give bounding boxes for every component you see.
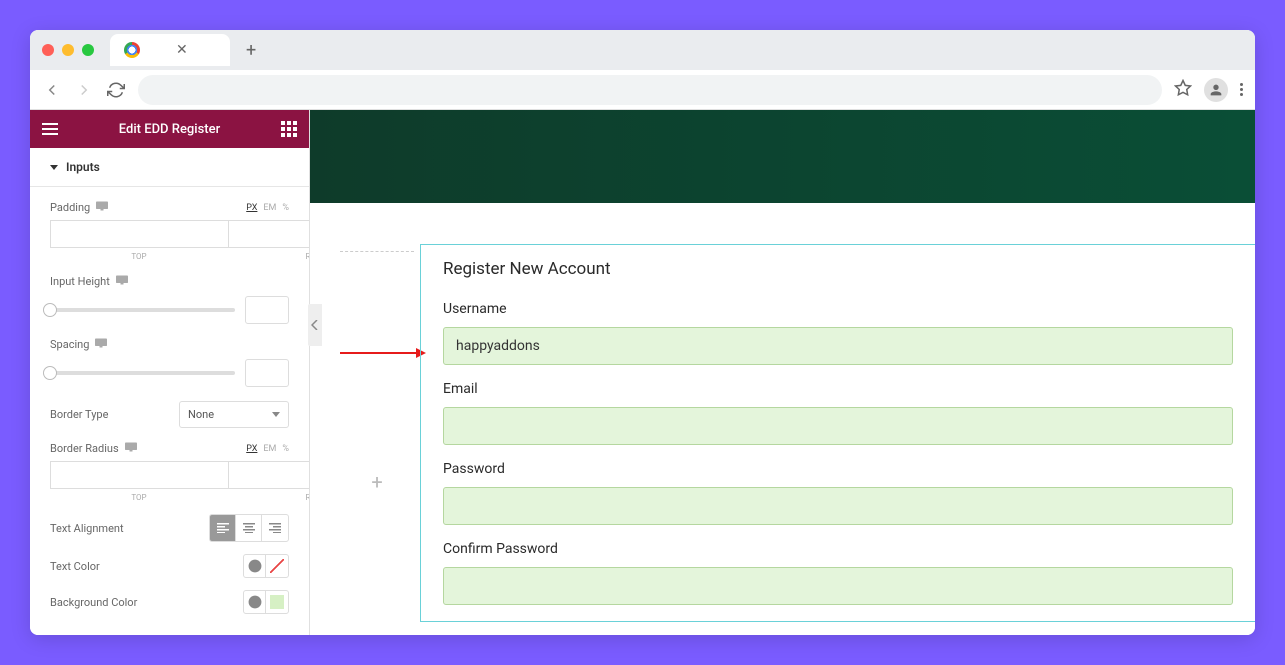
collapse-sidebar-handle[interactable]	[308, 304, 322, 346]
responsive-icon[interactable]	[95, 338, 107, 351]
padding-label: Padding	[50, 201, 90, 214]
header-banner	[310, 110, 1255, 203]
caret-down-icon	[50, 165, 58, 170]
align-left-button[interactable]	[210, 515, 236, 541]
border-radius-units[interactable]: PX EM %	[246, 444, 289, 454]
bg-color-picker[interactable]	[266, 591, 288, 613]
padding-top-input[interactable]	[50, 220, 228, 248]
background-color-label: Background Color	[50, 596, 137, 609]
slider-thumb[interactable]	[43, 366, 57, 380]
chrome-icon	[124, 42, 140, 58]
sidebar-header: Edit EDD Register	[30, 110, 309, 148]
maximize-window-button[interactable]	[82, 44, 94, 56]
window-controls	[42, 44, 94, 56]
bookmark-icon[interactable]	[1174, 79, 1192, 101]
form-title: Register New Account	[443, 259, 1233, 279]
padding-right-input[interactable]	[228, 220, 310, 248]
input-height-value[interactable]	[245, 296, 289, 324]
confirm-password-input[interactable]	[443, 567, 1233, 605]
profile-avatar[interactable]	[1204, 78, 1228, 102]
slider-thumb[interactable]	[43, 303, 57, 317]
responsive-icon[interactable]	[125, 442, 137, 455]
close-window-button[interactable]	[42, 44, 54, 56]
new-tab-button[interactable]: +	[246, 40, 256, 61]
browser-toolbar	[30, 70, 1255, 110]
align-center-button[interactable]	[236, 515, 262, 541]
browser-tab[interactable]: ✕	[110, 34, 230, 66]
menu-button[interactable]	[1240, 83, 1243, 96]
sidebar-title: Edit EDD Register	[119, 122, 220, 137]
username-label: Username	[443, 301, 1233, 317]
widgets-grid-icon[interactable]	[281, 121, 297, 137]
arrow-annotation	[340, 345, 426, 364]
empty-column[interactable]: +	[340, 251, 414, 252]
text-alignment-label: Text Alignment	[50, 522, 124, 535]
radius-right-input[interactable]	[228, 461, 310, 489]
padding-units[interactable]: PX EM %	[246, 203, 289, 213]
text-color-label: Text Color	[50, 560, 100, 573]
register-form: Register New Account Username Email Pass…	[420, 244, 1255, 622]
spacing-slider[interactable]	[50, 371, 235, 375]
username-input[interactable]	[443, 327, 1233, 365]
hamburger-icon[interactable]	[42, 123, 58, 135]
radius-top-input[interactable]	[50, 461, 228, 489]
text-color-global-button[interactable]	[244, 555, 266, 577]
tab-close-button[interactable]: ✕	[176, 42, 188, 58]
spacing-label: Spacing	[50, 338, 89, 351]
input-height-label: Input Height	[50, 275, 110, 288]
reload-button[interactable]	[106, 80, 126, 100]
minimize-window-button[interactable]	[62, 44, 74, 56]
align-right-button[interactable]	[262, 515, 288, 541]
confirm-password-label: Confirm Password	[443, 541, 1233, 557]
border-radius-inputs: TOP RIGHT BOTTOM LEFT	[50, 461, 289, 502]
spacing-value[interactable]	[245, 359, 289, 387]
canvas: + Register New Account Username Email Pa…	[310, 110, 1255, 635]
border-type-label: Border Type	[50, 408, 108, 421]
forward-button[interactable]	[74, 80, 94, 100]
browser-window: ✕ + Edit EDD Register Inputs	[30, 30, 1255, 635]
border-radius-label: Border Radius	[50, 442, 119, 455]
back-button[interactable]	[42, 80, 62, 100]
text-color-picker[interactable]	[266, 555, 288, 577]
section-label: Inputs	[66, 160, 100, 174]
text-alignment-tabs	[209, 514, 289, 542]
section-inputs-toggle[interactable]: Inputs	[30, 148, 309, 186]
padding-inputs: TOP RIGHT BOTTOM LEFT	[50, 220, 289, 261]
border-type-select[interactable]: None	[179, 401, 289, 428]
responsive-icon[interactable]	[96, 201, 108, 214]
add-widget-icon[interactable]: +	[371, 470, 382, 494]
email-input[interactable]	[443, 407, 1233, 445]
address-bar[interactable]	[138, 75, 1162, 105]
password-input[interactable]	[443, 487, 1233, 525]
input-height-slider[interactable]	[50, 308, 235, 312]
browser-tab-strip: ✕ +	[30, 30, 1255, 70]
bg-color-global-button[interactable]	[244, 591, 266, 613]
elementor-sidebar: Edit EDD Register Inputs Padding PX	[30, 110, 310, 635]
email-label: Email	[443, 381, 1233, 397]
chevron-down-icon	[272, 412, 280, 417]
responsive-icon[interactable]	[116, 275, 128, 288]
password-label: Password	[443, 461, 1233, 477]
